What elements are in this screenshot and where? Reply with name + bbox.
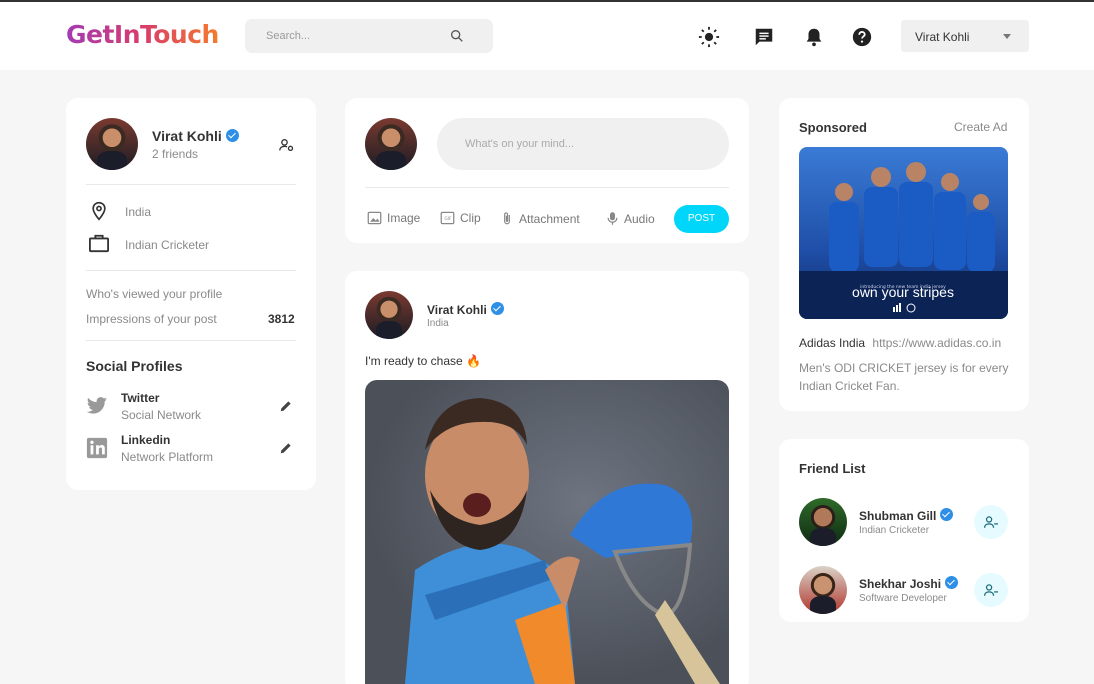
profile-avatar[interactable] (86, 118, 138, 170)
briefcase-icon (89, 234, 109, 253)
profile-friends: 2 friends (152, 147, 199, 161)
post-author-name[interactable]: Virat Kohli (427, 303, 487, 317)
composer-attachment-button[interactable]: Attachment (500, 211, 580, 226)
ad-brand[interactable]: Adidas India (799, 336, 865, 350)
divider (86, 340, 296, 341)
ad-tagline: own your stripes (852, 284, 954, 300)
post-author-location: India (427, 318, 449, 329)
social-name-linkedin[interactable]: Linkedin (121, 433, 170, 447)
friend-name[interactable]: Shekhar Joshi (859, 577, 941, 591)
brand-logo[interactable]: GetInTouch (66, 20, 219, 49)
post-author-avatar[interactable] (365, 291, 413, 339)
attachment-icon (504, 212, 510, 225)
composer-input[interactable]: What's on your mind... (437, 118, 729, 170)
composer-avatar (365, 118, 417, 170)
verified-icon (945, 576, 959, 589)
search-bar[interactable]: Search... (245, 19, 493, 53)
ad-brand-row: Adidas India https://www.adidas.co.in (799, 336, 1001, 350)
friend-role: Indian Cricketer (859, 525, 930, 536)
post-author-row: Virat Kohli (427, 301, 504, 319)
user-dropdown[interactable]: Virat Kohli (901, 20, 1029, 52)
profile-occupation: Indian Cricketer (125, 238, 210, 252)
user-dropdown-label: Virat Kohli (915, 30, 970, 44)
profile-name-row: Virat Kohli (152, 128, 239, 146)
edit-twitter-icon[interactable] (279, 399, 293, 413)
bell-icon[interactable] (803, 26, 825, 48)
sponsored-title: Sponsored (799, 120, 867, 135)
sponsored-ad-image[interactable]: introducing the new team india jersey ow… (799, 147, 1008, 319)
impressions-label: Impressions of your post (86, 312, 217, 326)
friend-name[interactable]: Shubman Gill (859, 509, 936, 523)
divider (86, 184, 296, 185)
post-button[interactable]: POST (674, 205, 729, 233)
composer-audio-button[interactable]: Audio (606, 211, 655, 226)
create-ad-link[interactable]: Create Ad (954, 120, 1007, 134)
composer-placeholder: What's on your mind... (465, 138, 575, 150)
friend-avatar[interactable] (799, 498, 847, 546)
divider (86, 270, 296, 271)
post-text: I'm ready to chase 🔥 (365, 354, 481, 368)
friend-name-row: Shekhar Joshi (859, 575, 959, 593)
composer-clip-button[interactable]: GIF Clip (440, 211, 481, 225)
chevron-down-icon (1003, 34, 1011, 39)
remove-friend-button[interactable] (974, 505, 1008, 539)
friend-role: Software Developer (859, 593, 947, 604)
social-name-twitter[interactable]: Twitter (121, 391, 159, 405)
remove-friend-icon (984, 584, 998, 596)
linkedin-icon (86, 437, 108, 459)
friend-avatar[interactable] (799, 566, 847, 614)
friend-list-title: Friend List (799, 461, 866, 476)
edit-linkedin-icon[interactable] (279, 441, 293, 455)
divider (365, 187, 729, 188)
image-icon (367, 211, 382, 225)
ad-team-photo: introducing the new team india jersey ow… (799, 162, 1008, 319)
verified-icon (490, 302, 504, 315)
svg-text:GIF: GIF (444, 216, 452, 222)
search-input[interactable]: Search... (266, 30, 310, 42)
remove-friend-button[interactable] (974, 573, 1008, 607)
composer-image-label: Image (387, 211, 421, 225)
gif-icon: GIF (440, 211, 455, 225)
profile-name[interactable]: Virat Kohli (152, 128, 222, 144)
profile-viewers-label[interactable]: Who's viewed your profile (86, 287, 222, 301)
post-image[interactable] (365, 380, 729, 684)
ad-description: Men's ODI CRICKET jersey is for every In… (799, 361, 1009, 393)
friend-name-row: Shubman Gill (859, 507, 954, 525)
composer-image-button[interactable]: Image (367, 211, 420, 225)
location-pin-icon (92, 201, 106, 221)
composer-attachment-label: Attachment (519, 211, 580, 226)
cricketer-photo (405, 398, 720, 684)
composer-clip-label: Clip (460, 211, 481, 225)
search-icon[interactable] (449, 28, 465, 44)
verified-icon (940, 508, 954, 521)
remove-friend-icon (984, 516, 998, 528)
social-desc-twitter: Social Network (121, 408, 202, 422)
ad-url[interactable]: https://www.adidas.co.in (872, 336, 1001, 350)
microphone-icon (607, 212, 618, 225)
social-profiles-title: Social Profiles (86, 358, 183, 374)
manage-friends-icon[interactable] (278, 137, 295, 153)
help-icon[interactable] (851, 26, 873, 48)
social-desc-linkedin: Network Platform (121, 450, 214, 464)
twitter-icon (86, 397, 108, 414)
composer-audio-label: Audio (624, 211, 655, 226)
message-icon[interactable] (753, 26, 775, 48)
impressions-value: 3812 (268, 312, 295, 326)
verified-icon (225, 129, 239, 142)
navbar: GetInTouch Search... Virat Kohli (0, 2, 1094, 70)
profile-location: India (125, 205, 152, 219)
light-mode-icon[interactable] (698, 26, 720, 48)
